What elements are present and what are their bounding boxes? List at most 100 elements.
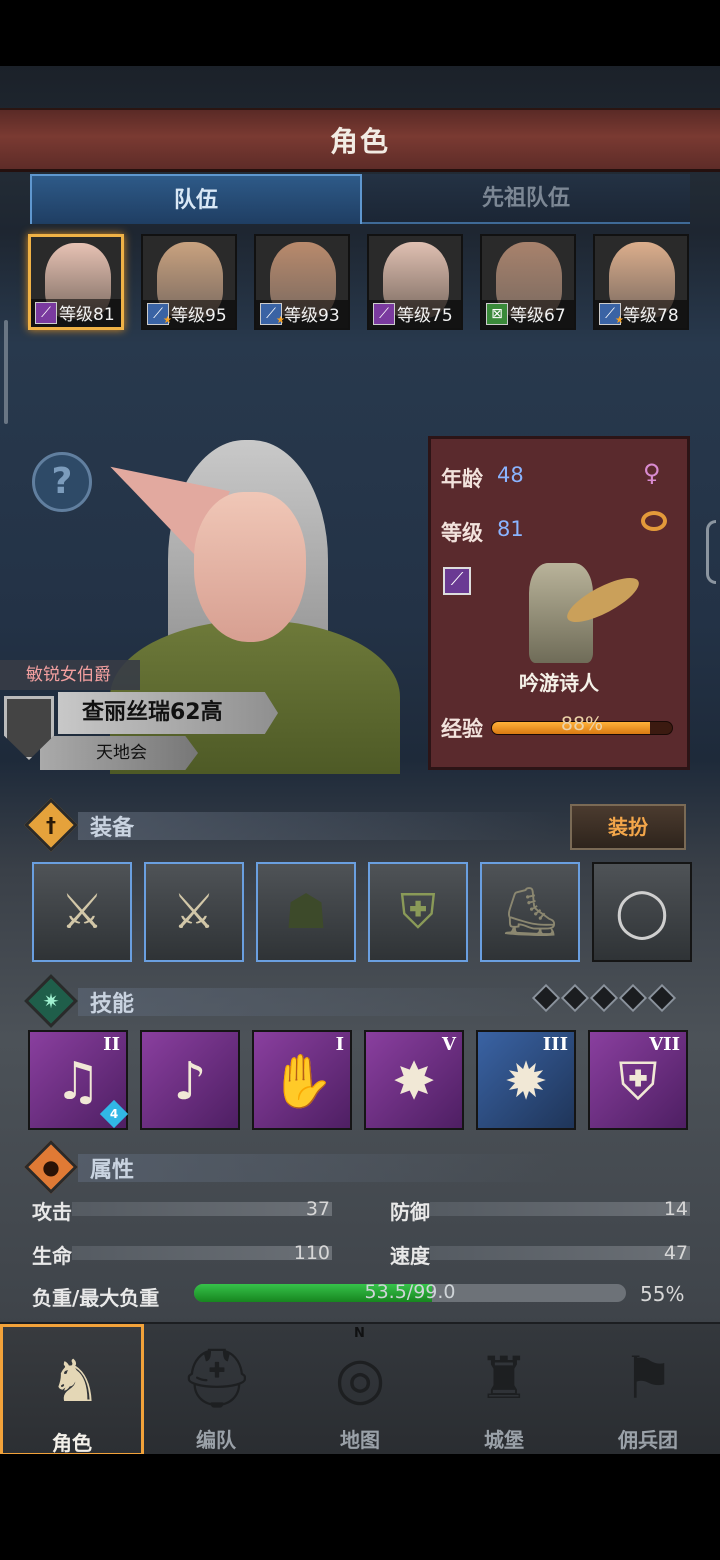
weapon-icon: ⚔ bbox=[172, 884, 216, 940]
staff-icon: ⟋ bbox=[35, 302, 57, 324]
skill-1[interactable]: ♫ II 4 bbox=[28, 1030, 129, 1130]
skill-points bbox=[531, 983, 681, 1013]
roster-member-5[interactable]: ⊠ 等级67 bbox=[480, 234, 576, 330]
song-crystal-icon: ♪ bbox=[173, 1052, 207, 1112]
skill-3[interactable]: ✋ I bbox=[252, 1030, 352, 1130]
nav-map[interactable]: ◎ 地图 bbox=[288, 1324, 432, 1456]
stat-label: 速度 bbox=[390, 1244, 430, 1268]
skill-badge-count: 4 bbox=[109, 1107, 119, 1121]
skill-5[interactable]: ✹ III bbox=[476, 1030, 576, 1130]
nav-label: 角色 bbox=[52, 1431, 92, 1455]
help-icon[interactable]: ? bbox=[32, 452, 92, 512]
age-value: 48 bbox=[497, 463, 524, 487]
costume-button[interactable]: 装扮 bbox=[570, 804, 686, 850]
equip-boots[interactable]: ⛸ bbox=[480, 862, 580, 962]
member-level: 等级95 bbox=[171, 306, 227, 326]
level-value: 81 bbox=[497, 517, 524, 541]
skill-rank: VII bbox=[649, 1034, 680, 1055]
skill-point-icon bbox=[618, 983, 648, 1013]
skill-6[interactable]: ⛨ VII bbox=[588, 1030, 688, 1130]
member-level: 等级67 bbox=[510, 306, 566, 326]
roster-row: ⟋ 等级81 ⟋ ★ 等级95 ⟋ ★ 等级93 ⟋ 等级75 ⊠ 等级67 ⟋… bbox=[28, 234, 692, 334]
banner-icon: ⚑ bbox=[622, 1344, 674, 1412]
roster-member-4[interactable]: ⟋ 等级75 bbox=[367, 234, 463, 330]
tab-ancestor-team[interactable]: 先祖队伍 bbox=[362, 174, 690, 224]
stat-attack: 攻击 37 bbox=[32, 1194, 332, 1224]
boots-icon: ⛸ bbox=[499, 884, 561, 940]
equip-hood[interactable]: ☗ bbox=[256, 862, 356, 962]
stat-value: 37 bbox=[305, 1198, 330, 1220]
stat-value: 110 bbox=[293, 1242, 330, 1264]
castle-icon: ♜ bbox=[478, 1344, 530, 1412]
skills-title: 技能 bbox=[90, 992, 135, 1017]
skill-rank: V bbox=[442, 1034, 456, 1055]
roster-member-6[interactable]: ⟋ ★ 等级78 bbox=[593, 234, 689, 330]
title-banner: 角色 bbox=[0, 108, 720, 172]
section-line bbox=[78, 812, 558, 840]
equip-weapon-main[interactable]: ⚔ bbox=[32, 862, 132, 962]
stat-label: 负重/最大负重 bbox=[32, 1286, 160, 1310]
hero-name[interactable]: 查丽丝瑞62高 bbox=[58, 692, 278, 734]
nav-label: 地图 bbox=[340, 1428, 380, 1452]
load-text: 53.5/99.0 bbox=[364, 1281, 456, 1303]
stat-hp: 生命 110 bbox=[32, 1238, 332, 1268]
class-name: 吟游诗人 bbox=[519, 671, 599, 695]
attributes-header: ● 属性 bbox=[24, 1140, 692, 1194]
equipment-title: 装备 bbox=[90, 816, 135, 841]
age-label: 年龄 bbox=[441, 467, 483, 491]
bottom-nav: ♞ 角色 ⛑ 编队 ◎ 地图 ♜ 城堡 ⚑ 佣兵团 bbox=[0, 1322, 720, 1456]
stat-label: 防御 bbox=[390, 1200, 430, 1224]
hero-face bbox=[194, 492, 306, 642]
stat-label: 攻击 bbox=[32, 1200, 72, 1224]
skill-point-icon bbox=[531, 983, 561, 1013]
ring-icon[interactable] bbox=[641, 511, 667, 531]
female-icon: ♀ bbox=[643, 459, 661, 487]
nav-character[interactable]: ♞ 角色 bbox=[0, 1324, 144, 1456]
equip-weapon-off[interactable]: ⚔ bbox=[144, 862, 244, 962]
member-level: 等级78 bbox=[623, 306, 679, 326]
bow-icon: ⊠ bbox=[486, 303, 508, 325]
stat-speed: 速度 47 bbox=[390, 1238, 690, 1268]
nav-mercenary[interactable]: ⚑ 佣兵团 bbox=[576, 1324, 720, 1456]
skill-point-icon bbox=[589, 983, 619, 1013]
skill-rank: I bbox=[335, 1034, 344, 1055]
stat-label: 生命 bbox=[32, 1244, 72, 1268]
page-title: 角色 bbox=[329, 125, 390, 158]
stat-load: 负重/最大负重 bbox=[32, 1280, 202, 1310]
knight-icon: ♞ bbox=[49, 1347, 101, 1415]
load-percent: 55% bbox=[640, 1282, 685, 1306]
xp-text: 88% bbox=[560, 713, 604, 735]
compass-icon: ◎ bbox=[334, 1344, 386, 1412]
ring-icon: ◯ bbox=[615, 884, 669, 940]
system-nav-area bbox=[0, 1454, 720, 1560]
nav-label: 城堡 bbox=[484, 1428, 524, 1452]
skill-point-icon bbox=[647, 983, 677, 1013]
tab-team[interactable]: 队伍 bbox=[30, 174, 362, 224]
status-bar-area bbox=[0, 0, 720, 66]
staff-icon: ⟋ bbox=[373, 303, 395, 325]
staff-icon: ⟋ bbox=[443, 567, 471, 595]
roster-member-2[interactable]: ⟋ ★ 等级95 bbox=[141, 234, 237, 330]
nav-formation[interactable]: ⛑ 编队 bbox=[144, 1324, 288, 1456]
section-line bbox=[78, 1154, 558, 1182]
equip-ring[interactable]: ◯ bbox=[592, 862, 692, 962]
nav-label: 编队 bbox=[196, 1428, 236, 1452]
roster-member-3[interactable]: ⟋ ★ 等级93 bbox=[254, 234, 350, 330]
skill-4[interactable]: ✸ V bbox=[364, 1030, 464, 1130]
skill-rank: III bbox=[542, 1034, 568, 1055]
member-level: 等级75 bbox=[397, 306, 453, 326]
skill-point-icon bbox=[560, 983, 590, 1013]
equip-armor[interactable]: ⛨ bbox=[368, 862, 468, 962]
skill-star-icon: ✷ bbox=[24, 974, 78, 1028]
skill-2[interactable]: ♪ bbox=[140, 1030, 240, 1130]
scroll-indicator-left bbox=[4, 320, 8, 424]
scroll-indicator-right bbox=[706, 520, 716, 584]
roster-member-1[interactable]: ⟋ 等级81 bbox=[28, 234, 124, 330]
person-icon: ● bbox=[24, 1140, 78, 1194]
skill-badge: 4 bbox=[99, 1099, 129, 1129]
attributes-title: 属性 bbox=[90, 1158, 135, 1183]
nav-castle[interactable]: ♜ 城堡 bbox=[432, 1324, 576, 1456]
xp-label: 经验 bbox=[441, 717, 483, 741]
nav-label: 佣兵团 bbox=[618, 1428, 678, 1452]
hero-guild: 天地会 bbox=[40, 736, 198, 770]
